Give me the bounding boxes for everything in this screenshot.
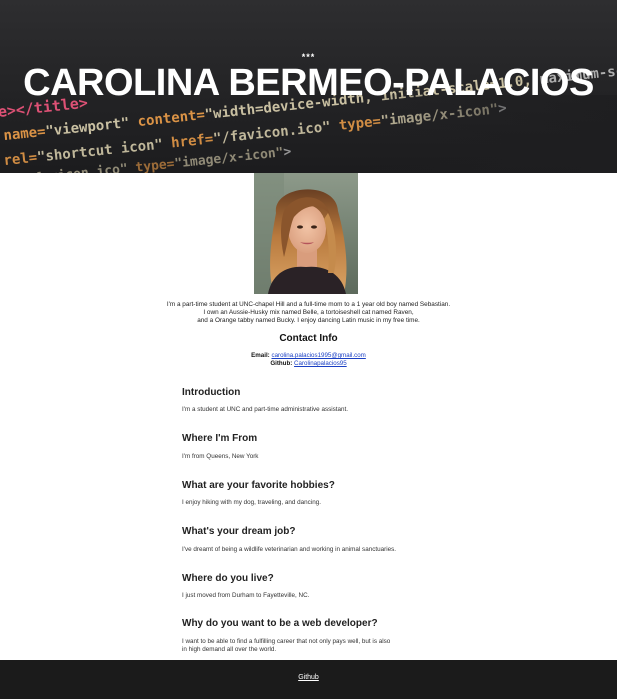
section-text: I'm a student at UNC and part-time admin… [182,406,349,413]
section-introduction: Introduction I'm a student at UNC and pa… [182,387,442,413]
github-link[interactable]: Carolinapalacios95 [294,360,347,367]
email-label: Email: [251,352,270,359]
section-title: What's your dream job? [182,526,296,537]
section-text: I just moved from Durham to Fayetteville… [182,592,310,599]
section-text: I want to be able to find a fulfilling c… [182,638,482,654]
profile-photo [254,173,358,294]
section-hobbies: What are your favorite hobbies? I enjoy … [182,480,442,506]
bio-text: I'm a part-time student at UNC-chapel Hi… [120,301,497,326]
hero-dots: *** [301,52,316,62]
section-dream-job: What's your dream job? I've dreamt of be… [182,526,442,553]
footer-github-link[interactable]: Github [0,674,617,681]
email-link[interactable]: carolina.palacios1995@gmail.com [271,352,365,359]
bio-line: I own an Aussie-Husky mix named Belle, a… [203,309,414,317]
section-title: Where I'm From [182,433,258,444]
page-title: CAROLINA BERMEO-PALACIOS [23,62,594,104]
contact-heading: Contact Info [279,333,338,344]
section-title: Introduction [182,387,241,398]
contact-email-row: Email: carolina.palacios1995@gmail.com [0,352,617,359]
section-text: I'm from Queens, New York [182,453,259,460]
section-title: What are your favorite hobbies? [182,480,335,491]
section-text-line: I want to be able to find a fulfilling c… [182,638,391,645]
section-why-web-dev: Why do you want to be a web developer? I… [182,618,482,653]
github-label: Github: [270,360,293,367]
bio-line: and a Orange tabby named Bucky. I enjoy … [197,317,420,325]
section-where-live: Where do you live? I just moved from Dur… [182,573,442,599]
section-text: I enjoy hiking with my dog, traveling, a… [182,499,321,506]
section-text-line: in high demand all over the world. [182,646,277,653]
section-title: Where do you live? [182,573,274,584]
contact-github-row: Github: Carolinapalacios95 [0,360,617,367]
section-text: I've dreamt of being a wildlife veterina… [182,546,397,553]
section-title: Why do you want to be a web developer? [182,618,378,629]
footer: Github [0,660,617,699]
hero-banner: le></title> a name="viewport" content="w… [0,0,617,173]
bio-line: I'm a part-time student at UNC-chapel Hi… [166,301,451,308]
section-where-from: Where I'm From I'm from Queens, New York [182,433,442,460]
